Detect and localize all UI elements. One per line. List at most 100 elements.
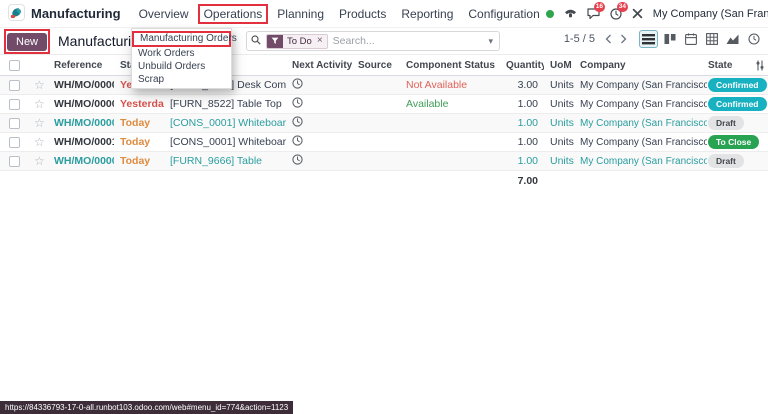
search-input[interactable]: Search... (333, 35, 484, 47)
favorite-star-icon[interactable]: ☆ (34, 136, 45, 149)
select-all-checkbox[interactable] (9, 60, 20, 71)
favorite-star-icon[interactable]: ☆ (34, 98, 45, 111)
cell-reference: WH/MO/00002 (54, 155, 114, 167)
column-header-source[interactable]: Source (352, 60, 400, 71)
column-header-company[interactable]: Company (574, 60, 707, 71)
status-badge: To Close (707, 135, 752, 149)
cell-product: [FURN_9666] Table (164, 155, 286, 167)
table-row[interactable]: ☆ WH/MO/00003 Yesterday [FURN_8522] Tabl… (0, 95, 768, 114)
row-checkbox[interactable] (9, 99, 20, 110)
search-icon (251, 32, 261, 50)
favorite-star-icon[interactable]: ☆ (34, 155, 45, 168)
table-row[interactable]: ☆ WH/MO/00009 Today [CONS_0001] Whiteboa… (0, 114, 768, 133)
cell-start: Today (114, 155, 164, 167)
cell-product: [FURN_8522] Table Top (164, 98, 286, 110)
quantity-total: 7.00 (500, 175, 544, 187)
calendar-view-button[interactable] (681, 30, 700, 48)
activities-clock-icon[interactable]: 34 (610, 8, 622, 20)
pager-next-button[interactable] (616, 31, 631, 48)
favorite-star-icon[interactable]: ☆ (34, 79, 45, 92)
row-checkbox[interactable] (9, 156, 20, 167)
next-activity-clock-icon[interactable] (286, 154, 352, 168)
operations-dropdown-menu: Manufacturing Orders Work Orders Unbuild… (131, 28, 232, 89)
app-name: Manufacturing (31, 6, 121, 21)
table-row[interactable]: ☆ WH/MO/00010 Today [CONS_0001] Whiteboa… (0, 133, 768, 152)
menu-configuration[interactable]: Configuration (462, 4, 545, 24)
cell-reference: WH/MO/00009 (54, 117, 114, 129)
cell-component-status: Not Available (400, 79, 500, 91)
cell-reference: WH/MO/00001 (54, 79, 114, 91)
row-checkbox[interactable] (9, 80, 20, 91)
cell-quantity: 1.00 (500, 98, 544, 110)
graph-view-button[interactable] (723, 30, 742, 48)
cell-quantity: 1.00 (500, 136, 544, 148)
cell-company: My Company (San Francisco) (574, 137, 707, 148)
menu-products[interactable]: Products (333, 4, 392, 24)
column-header-state[interactable]: State (707, 60, 752, 71)
column-header-component-status[interactable]: Component Status (400, 60, 500, 71)
next-activity-clock-icon[interactable] (286, 97, 352, 111)
cell-uom: Units (544, 136, 574, 148)
cell-uom: Units (544, 155, 574, 167)
kanban-view-button[interactable] (660, 30, 679, 48)
cell-start: Today (114, 117, 164, 129)
favorite-star-icon[interactable]: ☆ (34, 117, 45, 130)
column-header-quantity[interactable]: Quantity (500, 60, 544, 71)
menu-planning[interactable]: Planning (271, 4, 330, 24)
cell-reference: WH/MO/00010 (54, 136, 114, 148)
menu-item-scrap[interactable]: Scrap (132, 73, 231, 86)
new-button[interactable]: New (7, 33, 47, 51)
menu-item-unbuild-orders[interactable]: Unbuild Orders (132, 60, 231, 73)
online-status-dot (546, 10, 554, 18)
cell-uom: Units (544, 117, 574, 129)
view-switcher (639, 30, 763, 48)
next-activity-clock-icon[interactable] (286, 135, 352, 149)
cell-quantity: 1.00 (500, 117, 544, 129)
status-badge: Draft (707, 116, 752, 130)
activity-view-button[interactable] (744, 30, 763, 48)
app-menu: Overview Operations Planning Products Re… (133, 4, 546, 24)
table-row[interactable]: ☆ WH/MO/00002 Today [FURN_9666] Table 1.… (0, 152, 768, 171)
next-activity-clock-icon[interactable] (286, 116, 352, 130)
cell-reference: WH/MO/00003 (54, 98, 114, 110)
filter-facet: To Do × (266, 34, 328, 49)
cell-component-status: Available (400, 98, 500, 110)
column-header-uom[interactable]: UoM (544, 60, 574, 71)
cell-product: [CONS_0001] Whiteboard Pen (164, 136, 286, 148)
top-navbar: Manufacturing Overview Operations Planni… (0, 0, 768, 28)
column-header-reference[interactable]: Reference (54, 60, 114, 71)
voip-phone-icon[interactable] (564, 8, 577, 19)
menu-item-work-orders[interactable]: Work Orders (132, 47, 231, 60)
status-badge: Draft (707, 154, 752, 168)
menu-overview[interactable]: Overview (133, 4, 195, 24)
cell-start: Today (114, 136, 164, 148)
row-checkbox[interactable] (9, 137, 20, 148)
cell-uom: Units (544, 79, 574, 91)
messages-icon[interactable]: 16 (587, 8, 600, 19)
cell-company: My Company (San Francisco) (574, 118, 707, 129)
filter-facet-label: To Do (283, 35, 316, 48)
tools-icon[interactable] (632, 8, 643, 19)
activities-badge: 34 (617, 2, 628, 12)
app-home-menu[interactable]: Manufacturing (8, 4, 121, 24)
next-activity-clock-icon[interactable] (286, 78, 352, 92)
pager-previous-button[interactable] (601, 31, 616, 48)
status-badge: Confirmed (707, 78, 752, 92)
menu-reporting[interactable]: Reporting (395, 4, 459, 24)
company-switcher[interactable]: My Company (San Francisco) (653, 8, 768, 20)
browser-status-bar: https://84336793-17-0-all.runbot103.odoo… (0, 401, 293, 414)
column-header-next-activity[interactable]: Next Activity (286, 60, 352, 71)
table-row[interactable]: ☆ WH/MO/00001 Yesterday [FURN_7800] Desk… (0, 76, 768, 95)
row-checkbox[interactable] (9, 118, 20, 129)
optional-columns-icon[interactable] (752, 60, 768, 71)
menu-operations[interactable]: Operations (198, 4, 269, 24)
search-options-caret-icon[interactable]: ▾ (488, 36, 493, 47)
list-view-button[interactable] (639, 30, 658, 48)
new-button-highlight: New (4, 29, 50, 54)
table-footer-row: 7.00 (0, 171, 768, 190)
pivot-view-button[interactable] (702, 30, 721, 48)
cell-uom: Units (544, 98, 574, 110)
remove-filter-icon[interactable]: × (316, 35, 327, 48)
menu-item-manufacturing-orders[interactable]: Manufacturing Orders (132, 31, 231, 47)
search-bar[interactable]: To Do × Search... ▾ (246, 31, 500, 51)
